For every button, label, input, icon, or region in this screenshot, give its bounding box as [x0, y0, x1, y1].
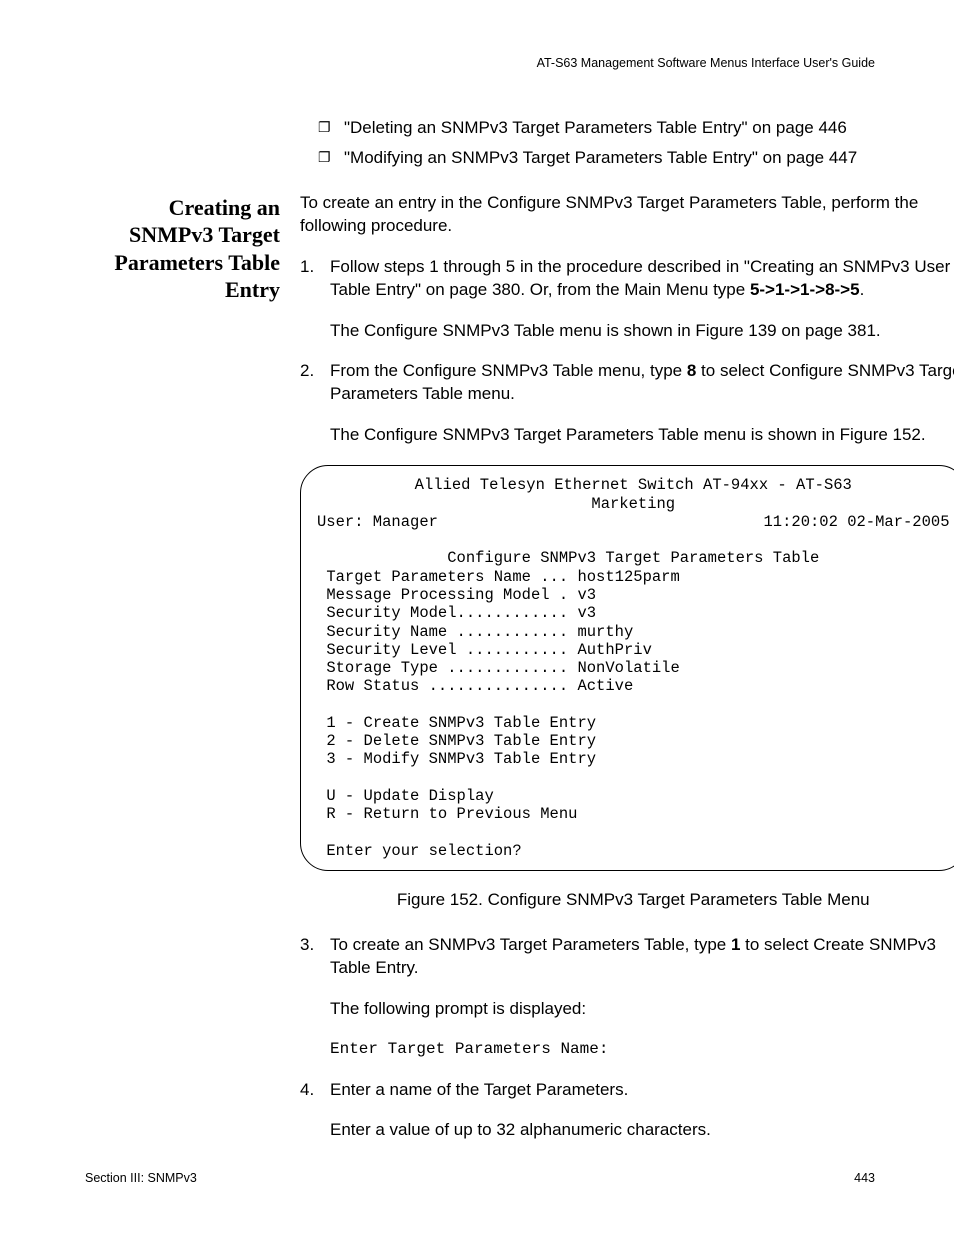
step-sub-paragraph: The Configure SNMPv3 Target Parameters T… [330, 424, 954, 447]
menu-param: Security Name ............ murthy [326, 623, 633, 641]
cross-ref-text: "Deleting an SNMPv3 Target Parameters Ta… [344, 118, 847, 137]
section-sidehead: Creating an SNMPv3 Target Parameters Tab… [85, 192, 300, 304]
bullet-icon: ❐ [318, 148, 331, 167]
menu-param: Security Model............ v3 [326, 604, 596, 622]
bullet-icon: ❐ [318, 118, 331, 137]
menu-user: User: Manager [317, 513, 438, 531]
menu-timestamp: 11:20:02 02-Mar-2005 [763, 513, 949, 531]
menu-option: 3 - Modify SNMPv3 Table Entry [326, 750, 596, 768]
step-text: Enter a name of the Target Parameters. [330, 1080, 628, 1099]
step-sub-paragraph: Enter a value of up to 32 alphanumeric c… [330, 1119, 954, 1142]
step-text: . [860, 280, 865, 299]
menu-title-line: Marketing [317, 495, 950, 513]
step-sub-paragraph: The Configure SNMPv3 Table menu is shown… [330, 320, 954, 343]
procedure-step: 4. Enter a name of the Target Parameters… [300, 1079, 954, 1143]
procedure-step: 3. To create an SNMPv3 Target Parameters… [300, 934, 954, 1060]
menu-key: 8 [687, 361, 696, 380]
menu-option: 1 - Create SNMPv3 Table Entry [326, 714, 596, 732]
cross-ref-item: ❐ "Modifying an SNMPv3 Target Parameters … [318, 147, 875, 170]
menu-title-line: Allied Telesyn Ethernet Switch AT-94xx -… [317, 476, 950, 494]
cross-ref-text: "Modifying an SNMPv3 Target Parameters T… [344, 148, 857, 167]
menu-option: U - Update Display [326, 787, 493, 805]
procedure-step: 1. Follow steps 1 through 5 in the proce… [300, 256, 954, 343]
menu-sequence: 5->1->1->8->5 [750, 280, 860, 299]
procedure-list: 1. Follow steps 1 through 5 in the proce… [300, 256, 954, 448]
step-number: 3. [300, 934, 314, 957]
menu-param: Row Status ............... Active [326, 677, 633, 695]
cross-ref-list: ❐ "Deleting an SNMPv3 Target Parameters T… [318, 117, 875, 170]
step-text: To create an SNMPv3 Target Parameters Ta… [330, 935, 731, 954]
step-sub-paragraph: The following prompt is displayed: [330, 998, 954, 1021]
menu-subtitle: Configure SNMPv3 Target Parameters Table [317, 549, 950, 567]
terminal-menu-box: Allied Telesyn Ethernet Switch AT-94xx -… [300, 465, 954, 871]
menu-param: Target Parameters Name ... host125parm [326, 568, 679, 586]
terminal-prompt: Enter Target Parameters Name: [330, 1039, 954, 1061]
procedure-list-continued: 3. To create an SNMPv3 Target Parameters… [300, 934, 954, 1142]
step-text: From the Configure SNMPv3 Table menu, ty… [330, 361, 687, 380]
step-number: 4. [300, 1079, 314, 1102]
running-header: AT-S63 Management Software Menus Interfa… [85, 55, 875, 72]
step-number: 2. [300, 360, 314, 383]
empty-sidehead [85, 117, 300, 119]
menu-param: Storage Type ............. NonVolatile [326, 659, 679, 677]
procedure-step: 2. From the Configure SNMPv3 Table menu,… [300, 360, 954, 447]
figure-caption: Figure 152. Configure SNMPv3 Target Para… [300, 889, 954, 912]
footer-section: Section III: SNMPv3 [85, 1170, 197, 1187]
menu-option: 2 - Delete SNMPv3 Table Entry [326, 732, 596, 750]
menu-param: Security Level ........... AuthPriv [326, 641, 652, 659]
step-number: 1. [300, 256, 314, 279]
menu-param: Message Processing Model . v3 [326, 586, 596, 604]
footer-page-number: 443 [854, 1170, 875, 1187]
menu-option: R - Return to Previous Menu [326, 805, 577, 823]
menu-prompt: Enter your selection? [326, 842, 521, 860]
cross-ref-item: ❐ "Deleting an SNMPv3 Target Parameters T… [318, 117, 875, 140]
intro-paragraph: To create an entry in the Configure SNMP… [300, 192, 954, 238]
